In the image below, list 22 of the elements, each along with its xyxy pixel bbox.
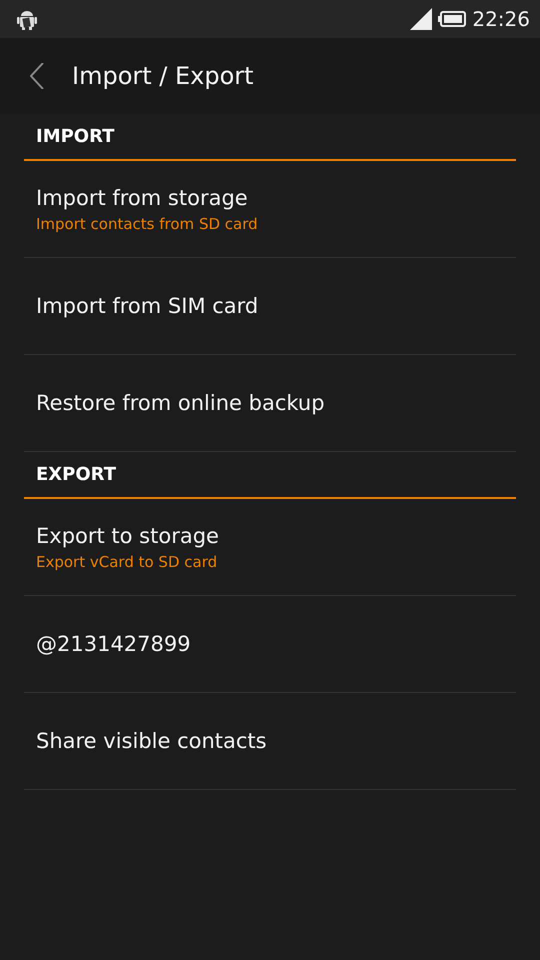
item-title: Import from SIM card	[36, 294, 258, 318]
item-subtitle: Import contacts from SD card	[36, 214, 258, 232]
item-title: Export to storage	[36, 524, 219, 548]
signal-icon	[410, 8, 432, 30]
list-item[interactable]: @2131427899	[24, 596, 516, 693]
screen-title: Import / Export	[72, 62, 254, 90]
android-icon	[17, 8, 37, 30]
item-subtitle: Export vCard to SD card	[36, 552, 218, 570]
back-icon[interactable]	[30, 63, 44, 89]
item-title: Restore from online backup	[36, 391, 325, 415]
section-header: EXPORT	[24, 452, 516, 499]
list-item[interactable]: Share visible contacts	[24, 693, 516, 790]
item-title: @2131427899	[36, 632, 191, 656]
list-item[interactable]: Import from SIM card	[24, 258, 516, 355]
battery-icon	[438, 11, 466, 27]
section-header: IMPORT	[24, 114, 516, 161]
item-title: Import from storage	[36, 186, 248, 210]
list-item[interactable]: Export to storage Export vCard to SD card	[24, 499, 516, 596]
list-item[interactable]: Import from storage Import contacts from SD card	[24, 161, 516, 258]
list-item[interactable]: Restore from online backup	[24, 355, 516, 452]
item-title: Share visible contacts	[36, 729, 267, 753]
status-time: 22:26	[472, 7, 530, 31]
